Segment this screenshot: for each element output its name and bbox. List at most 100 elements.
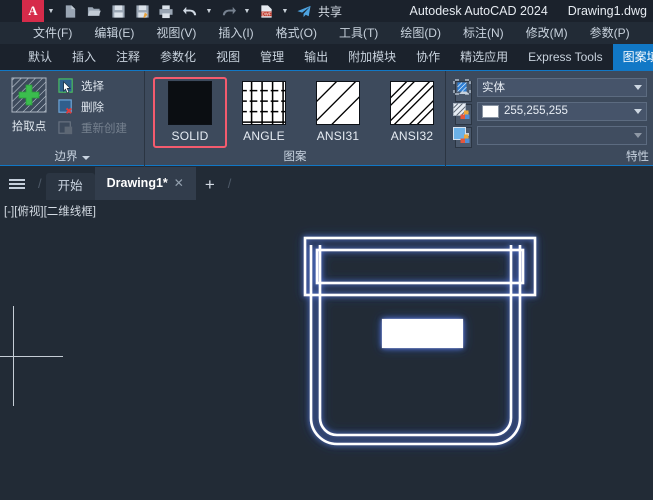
- hatch-type-row: 实体: [452, 77, 647, 97]
- menu-file[interactable]: 文件(F): [22, 22, 83, 44]
- remove-boundary-button[interactable]: 删除: [58, 98, 127, 116]
- tab-addins[interactable]: 附加模块: [338, 44, 406, 70]
- autocad-app-button[interactable]: A: [22, 0, 44, 22]
- remove-boundary-icon: [58, 98, 72, 114]
- menu-format[interactable]: 格式(O): [265, 22, 328, 44]
- ribbon-tab-bar: 默认 插入 注释 参数化 视图 管理 输出 附加模块 协作 精选应用 Expre…: [0, 44, 653, 70]
- new-tab-button[interactable]: +: [196, 170, 224, 200]
- file-tab-start[interactable]: 开始: [45, 173, 95, 200]
- open-folder-icon[interactable]: [82, 0, 106, 22]
- tab-output[interactable]: 输出: [294, 44, 338, 70]
- pattern-label-angle: ANGLE: [243, 129, 285, 143]
- hatch-color-value: 255,255,255: [504, 105, 568, 117]
- pick-points-icon: [11, 77, 47, 113]
- tab-hatch-creation[interactable]: 图案填充: [612, 44, 653, 70]
- redo-icon[interactable]: [216, 0, 240, 22]
- share-send-icon[interactable]: [292, 0, 316, 22]
- hatch-type-icon: [452, 78, 472, 96]
- chevron-down-icon-3[interactable]: [634, 132, 642, 138]
- dwf-export-icon[interactable]: DWF: [254, 0, 278, 22]
- tab-parametric[interactable]: 参数化: [150, 44, 206, 70]
- tab-collaborate[interactable]: 协作: [406, 44, 450, 70]
- pattern-swatch-ansi32[interactable]: ANSI32: [375, 77, 449, 146]
- recreate-boundary-icon: [58, 120, 73, 134]
- recreate-boundary-label: 重新创建: [81, 123, 127, 135]
- hatch-type-dropdown[interactable]: 实体: [477, 77, 647, 97]
- panel-pattern-title: 图案: [145, 148, 445, 167]
- hatch-color-swatch: [482, 104, 499, 118]
- pattern-label-solid: SOLID: [171, 129, 209, 143]
- tab-annotate[interactable]: 注释: [106, 44, 150, 70]
- pattern-gallery: SOLID ANGLE ANSI31 ANSI32: [145, 71, 472, 148]
- solid-swatch-icon: [168, 81, 212, 125]
- hamburger-menu-icon[interactable]: [0, 167, 34, 200]
- close-icon[interactable]: ✕: [174, 167, 184, 200]
- redo-dropdown-icon[interactable]: ▼: [240, 0, 254, 22]
- select-objects-button[interactable]: 选择: [58, 77, 127, 95]
- new-file-icon[interactable]: [58, 0, 82, 22]
- ansi32-swatch-icon: [390, 81, 434, 125]
- quick-access-titlebar: A ▼ ▼ ▼ DWF ▼ 共享 Autodesk AutoCAD 2024 D…: [0, 0, 653, 22]
- hatch-color-icon: [452, 102, 472, 120]
- tab-view[interactable]: 视图: [206, 44, 250, 70]
- pattern-label-ansi31: ANSI31: [316, 129, 360, 143]
- file-tab-drawing1[interactable]: Drawing1* ✕: [94, 167, 196, 200]
- menu-modify[interactable]: 修改(M): [515, 22, 579, 44]
- svg-text:DWF: DWF: [261, 11, 271, 16]
- handle-rectangle-solid-hatched: [381, 318, 464, 349]
- pattern-swatch-angle[interactable]: ANGLE: [227, 77, 301, 146]
- panel-properties-title: 特性: [626, 148, 653, 167]
- select-objects-icon: [58, 77, 73, 93]
- undo-icon[interactable]: [178, 0, 202, 22]
- menu-dimension[interactable]: 标注(N): [452, 22, 515, 44]
- angle-swatch-icon: [242, 81, 286, 125]
- chevron-down-icon-2[interactable]: [634, 108, 642, 114]
- file-tab-bar: / 开始 Drawing1* ✕ + /: [0, 167, 653, 200]
- panel-boundary-expand-icon[interactable]: [81, 155, 90, 160]
- pick-points-button[interactable]: 拾取点: [0, 71, 58, 134]
- quick-access-dropdown-icon[interactable]: ▼: [44, 0, 58, 22]
- pattern-swatch-solid[interactable]: SOLID: [153, 77, 227, 148]
- drawing-canvas[interactable]: [-][俯视][二维线框]: [0, 200, 653, 500]
- save-as-icon[interactable]: [130, 0, 154, 22]
- menu-view[interactable]: 视图(V): [145, 22, 207, 44]
- background-color-dropdown[interactable]: [477, 125, 647, 145]
- pattern-swatch-ansi31[interactable]: ANSI31: [301, 77, 375, 146]
- panel-boundary-label: 边界: [54, 151, 78, 163]
- menu-draw[interactable]: 绘图(D): [389, 22, 452, 44]
- panel-boundary-title[interactable]: 边界: [0, 148, 144, 167]
- remove-boundary-label: 删除: [81, 102, 104, 114]
- save-icon[interactable]: [106, 0, 130, 22]
- panel-properties: 实体 255,255,255 特性: [446, 71, 653, 167]
- menu-tools[interactable]: 工具(T): [328, 22, 389, 44]
- chevron-down-icon[interactable]: [634, 84, 642, 90]
- panel-boundary: 拾取点 选择 删除 重新创建 边界: [0, 71, 144, 167]
- hatch-color-dropdown[interactable]: 255,255,255: [477, 101, 647, 121]
- tab-insert[interactable]: 插入: [62, 44, 106, 70]
- undo-dropdown-icon[interactable]: ▼: [202, 0, 216, 22]
- share-label[interactable]: 共享: [318, 3, 342, 20]
- menu-insert[interactable]: 插入(I): [207, 22, 264, 44]
- background-color-row: [452, 125, 647, 145]
- document-title: Drawing1.dwg: [567, 4, 647, 18]
- tab-featured-apps[interactable]: 精选应用: [450, 44, 518, 70]
- recreate-boundary-button: 重新创建: [58, 119, 127, 137]
- plot-icon[interactable]: [154, 0, 178, 22]
- menu-edit[interactable]: 编辑(E): [83, 22, 145, 44]
- tab-home[interactable]: 默认: [18, 44, 62, 70]
- pattern-label-ansi32: ANSI32: [390, 129, 434, 143]
- menu-parametric[interactable]: 参数(P): [579, 22, 641, 44]
- hatch-color-row: 255,255,255: [452, 101, 647, 121]
- panel-pattern: SOLID ANGLE ANSI31 ANSI32 图案: [145, 71, 472, 167]
- file-tab-drawing1-label: Drawing1*: [106, 176, 168, 190]
- pick-points-label: 拾取点: [11, 121, 47, 133]
- panel-properties-label: 特性: [626, 151, 649, 163]
- hatch-type-value: 实体: [482, 82, 505, 94]
- boundary-actions: 选择 删除 重新创建: [58, 71, 127, 137]
- tab-manage[interactable]: 管理: [250, 44, 294, 70]
- tab-express-tools[interactable]: Express Tools: [518, 44, 612, 70]
- ansi31-swatch-icon: [316, 81, 360, 125]
- menu-bar: 文件(F) 编辑(E) 视图(V) 插入(I) 格式(O) 工具(T) 绘图(D…: [0, 22, 653, 44]
- lid-outer-rectangle: [303, 236, 537, 297]
- dwf-dropdown-icon[interactable]: ▼: [278, 0, 292, 22]
